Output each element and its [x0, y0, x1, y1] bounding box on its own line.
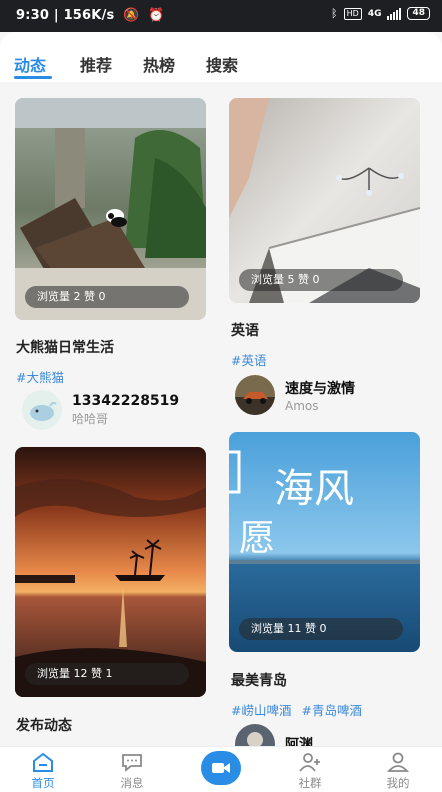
- tab-hot-list[interactable]: 热榜: [143, 52, 175, 76]
- home-icon: [33, 752, 53, 772]
- post-card-panda[interactable]: 浏览量 2 赞 0 大熊猫日常生活 #大熊猫 13342228519 哈哈哥: [0, 82, 221, 432]
- alarm-icon: ⏰: [148, 8, 165, 23]
- avatar[interactable]: [22, 390, 62, 430]
- author-name: 阿渊: [285, 737, 313, 746]
- status-bar: 9:30 | 156K/s 🔕 ⏰ ᛒ HD 4G 48: [0, 0, 442, 32]
- nav-messages-label: 消息: [120, 776, 144, 790]
- post-cover-image[interactable]: 浏览量 5 赞 0: [229, 98, 420, 303]
- tab-dynamic[interactable]: 动态: [14, 52, 46, 76]
- post-tags: #英语: [231, 350, 272, 369]
- tab-recommend[interactable]: 推荐: [80, 52, 112, 76]
- cover-text-wish: 愿: [239, 518, 275, 559]
- post-author[interactable]: 速度与激情 Amos: [235, 375, 355, 415]
- network-type: 4G: [367, 8, 382, 19]
- post-stats: 浏览量 2 赞 0: [25, 286, 189, 308]
- tab-search[interactable]: 搜索: [206, 52, 238, 76]
- video-camera-icon: [212, 763, 230, 773]
- author-name: 速度与激情: [285, 380, 355, 397]
- car-avatar-icon: [235, 375, 275, 415]
- avatar[interactable]: [235, 375, 275, 415]
- message-icon: [122, 754, 142, 772]
- nav-home-label: 首页: [31, 776, 55, 790]
- author-nickname: 哈哈哥: [72, 412, 109, 426]
- post-feed[interactable]: 浏览量 2 赞 0 大熊猫日常生活 #大熊猫 13342228519 哈哈哥 浏…: [0, 82, 442, 746]
- profile-icon: [386, 752, 410, 772]
- nav-messages[interactable]: 消息: [102, 751, 162, 791]
- post-tags: #大熊猫: [16, 367, 70, 386]
- post-cover-image[interactable]: 浏览量 12 赞 1: [15, 447, 206, 697]
- author-nickname: Amos: [285, 398, 319, 413]
- publish-video-button[interactable]: [201, 751, 241, 785]
- post-title[interactable]: 大熊猫日常生活: [16, 337, 114, 357]
- bluetooth-icon: ᛒ: [331, 7, 338, 20]
- battery-icon: 48: [407, 7, 430, 20]
- post-author[interactable]: 13342228519 哈哈哥: [22, 390, 179, 430]
- nav-profile-label: 我的: [386, 776, 410, 790]
- post-stats: 浏览量 5 赞 0: [239, 269, 403, 291]
- status-network-speed: 156K/s: [63, 8, 115, 23]
- post-cover-image[interactable]: 海风 愿 浏览量 11 赞 0: [229, 432, 420, 652]
- post-card-qingdao[interactable]: 海风 愿 浏览量 11 赞 0 最美青岛 #崂山啤酒 #青岛啤酒 阿渊: [221, 422, 442, 746]
- hd-icon: HD: [343, 7, 362, 20]
- post-stats: 浏览量 12 赞 1: [25, 663, 189, 685]
- post-tag[interactable]: #青岛啤酒: [301, 703, 361, 718]
- post-title[interactable]: 英语: [231, 320, 259, 340]
- tab-active-indicator: [14, 76, 52, 79]
- post-cover-image[interactable]: 浏览量 2 赞 0: [15, 98, 206, 320]
- nav-community[interactable]: 社群: [280, 751, 340, 791]
- post-tag[interactable]: #崂山啤酒: [231, 703, 291, 718]
- post-tags: #崂山啤酒 #青岛啤酒: [231, 700, 368, 719]
- whale-avatar-icon: [22, 390, 62, 430]
- status-left: 9:30 | 156K/s 🔕 ⏰: [16, 8, 165, 23]
- cover-text-sea-wind: 海风: [274, 466, 354, 512]
- post-title[interactable]: 发布动态: [16, 715, 72, 735]
- nav-home[interactable]: 首页: [13, 751, 73, 791]
- post-tag[interactable]: #英语: [231, 353, 266, 368]
- signal-icon: [387, 7, 402, 20]
- author-name: 13342228519: [72, 393, 180, 409]
- mute-icon: 🔕: [123, 8, 140, 23]
- community-icon: [299, 753, 320, 772]
- post-author[interactable]: 阿渊: [235, 724, 313, 746]
- post-card-publish[interactable]: 浏览量 12 赞 1 发布动态: [0, 432, 221, 746]
- user-avatar-icon: [235, 724, 275, 746]
- post-card-english[interactable]: 浏览量 5 赞 0 英语 #英语 速度与激情 Amos: [221, 82, 442, 422]
- top-tab-bar: 动态 推荐 热榜 搜索: [0, 32, 442, 82]
- avatar[interactable]: [235, 724, 275, 746]
- post-stats: 浏览量 11 赞 0: [239, 618, 403, 640]
- nav-profile[interactable]: 我的: [368, 751, 428, 791]
- status-right: ᛒ HD 4G 48: [331, 7, 430, 20]
- sunset-beach-image: [15, 447, 206, 697]
- status-time: 9:30: [16, 8, 50, 23]
- nav-community-label: 社群: [298, 776, 322, 790]
- battery-level: 48: [412, 8, 425, 18]
- post-tag[interactable]: #大熊猫: [16, 370, 64, 385]
- post-title[interactable]: 最美青岛: [231, 670, 287, 690]
